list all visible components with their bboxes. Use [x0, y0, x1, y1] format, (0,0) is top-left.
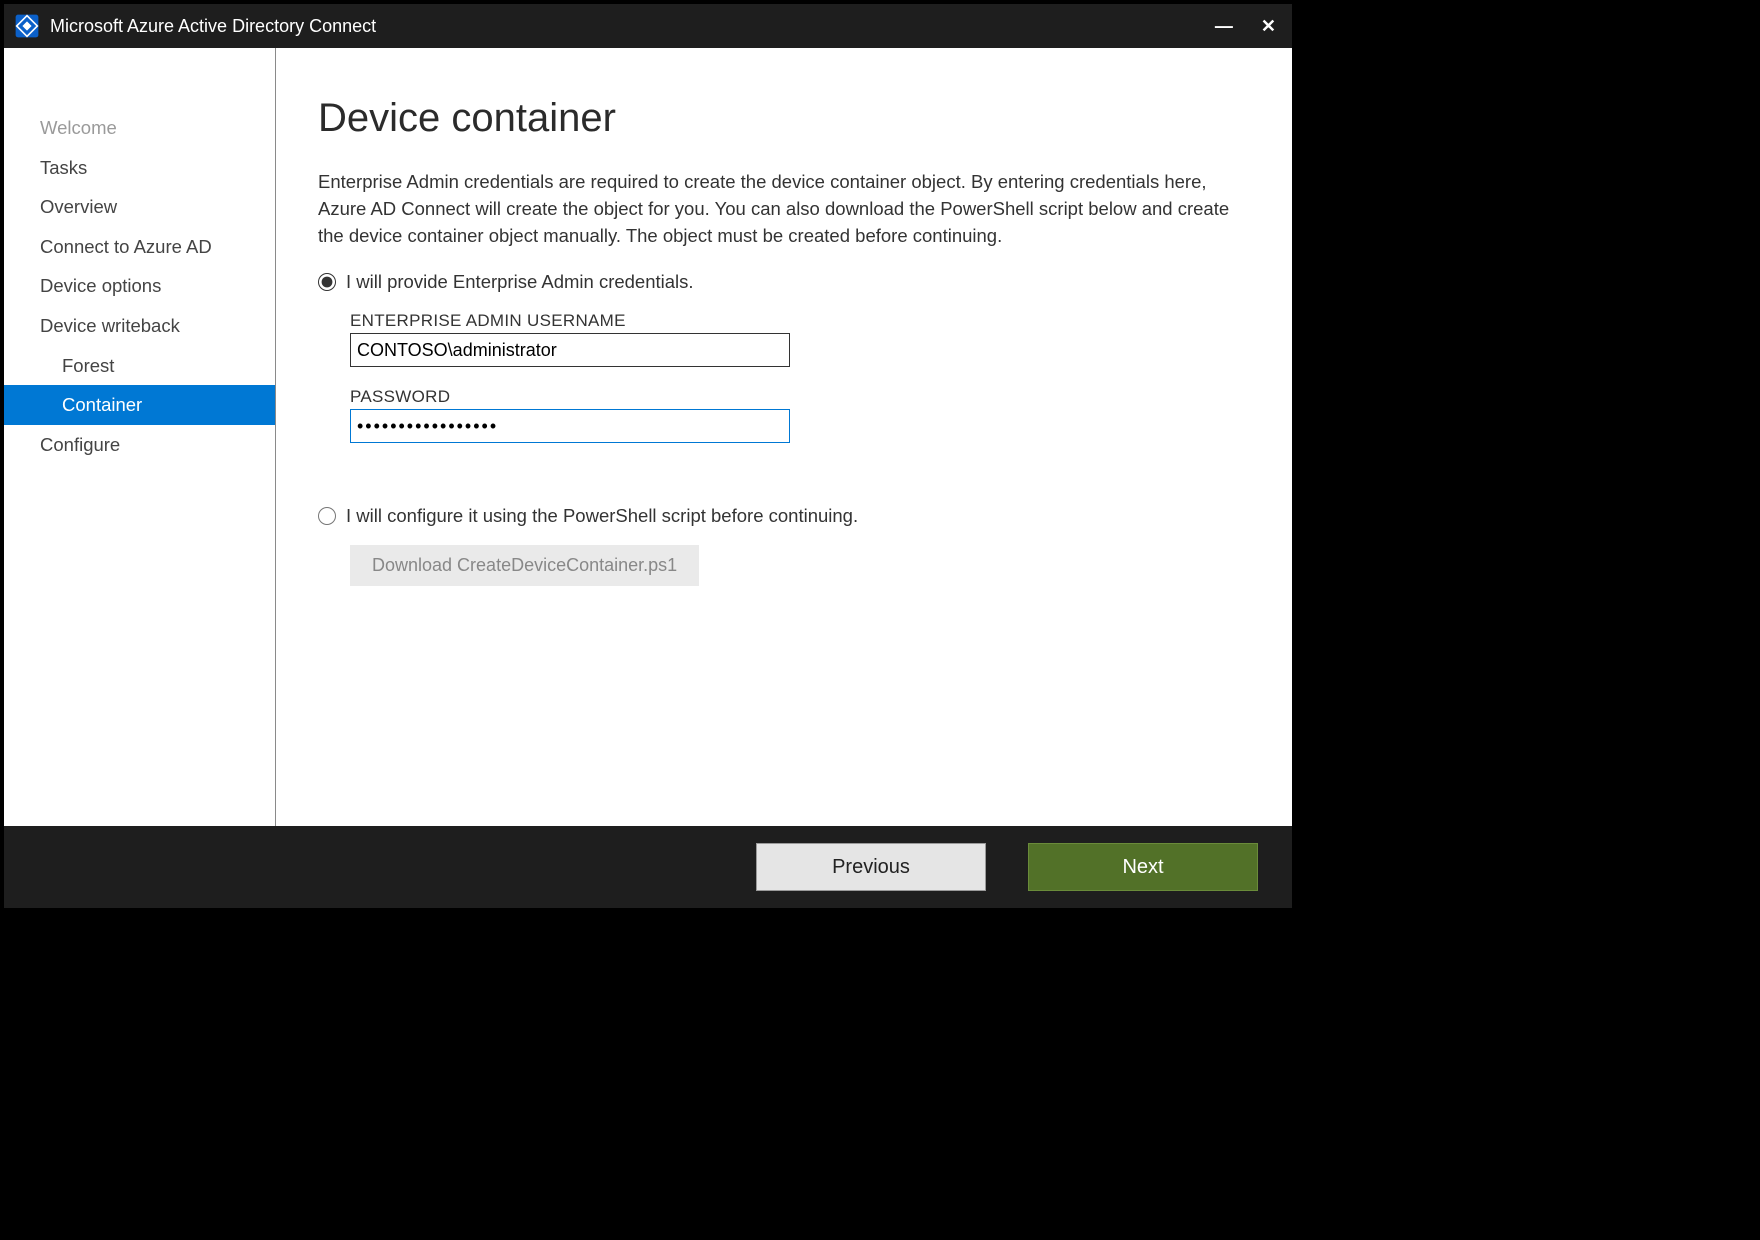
sidebar-item-connect-to-azure-ad[interactable]: Connect to Azure AD [4, 227, 275, 267]
footer: Previous Next [4, 826, 1292, 908]
password-input[interactable] [350, 409, 790, 443]
page-description: Enterprise Admin credentials are require… [318, 169, 1240, 249]
username-input[interactable] [350, 333, 790, 367]
titlebar: Microsoft Azure Active Directory Connect… [4, 4, 1292, 48]
sidebar-item-device-writeback[interactable]: Device writeback [4, 306, 275, 346]
radio-powershell[interactable] [318, 507, 336, 525]
sidebar-item-configure[interactable]: Configure [4, 425, 275, 465]
username-field-block: ENTERPRISE ADMIN USERNAME [350, 311, 1240, 367]
window-title: Microsoft Azure Active Directory Connect [50, 16, 376, 37]
next-button[interactable]: Next [1028, 843, 1258, 891]
password-field-block: PASSWORD [350, 387, 1240, 443]
page-title: Device container [318, 96, 1240, 141]
password-label: PASSWORD [350, 387, 1240, 407]
sidebar-item-device-options[interactable]: Device options [4, 266, 275, 306]
minimize-icon[interactable]: — [1215, 17, 1233, 35]
radio-provide-credentials[interactable] [318, 273, 336, 291]
sidebar: WelcomeTasksOverviewConnect to Azure ADD… [4, 48, 276, 826]
radio-provide-credentials-label: I will provide Enterprise Admin credenti… [346, 271, 694, 293]
sidebar-item-tasks[interactable]: Tasks [4, 148, 275, 188]
sidebar-item-overview[interactable]: Overview [4, 187, 275, 227]
option-powershell[interactable]: I will configure it using the PowerShell… [318, 505, 1240, 527]
download-script-button[interactable]: Download CreateDeviceContainer.ps1 [350, 545, 699, 586]
sidebar-item-welcome[interactable]: Welcome [4, 108, 275, 148]
sidebar-item-container[interactable]: Container [4, 385, 275, 425]
main-content: Device container Enterprise Admin creden… [276, 48, 1292, 826]
sidebar-item-forest[interactable]: Forest [4, 346, 275, 386]
username-label: ENTERPRISE ADMIN USERNAME [350, 311, 1240, 331]
app-window: Microsoft Azure Active Directory Connect… [0, 0, 1296, 912]
body-area: WelcomeTasksOverviewConnect to Azure ADD… [4, 48, 1292, 826]
previous-button[interactable]: Previous [756, 843, 986, 891]
window-controls: — ✕ [1215, 17, 1282, 35]
radio-powershell-label: I will configure it using the PowerShell… [346, 505, 858, 527]
close-icon[interactable]: ✕ [1261, 17, 1276, 35]
option-provide-credentials[interactable]: I will provide Enterprise Admin credenti… [318, 271, 1240, 293]
azure-icon [14, 13, 40, 39]
